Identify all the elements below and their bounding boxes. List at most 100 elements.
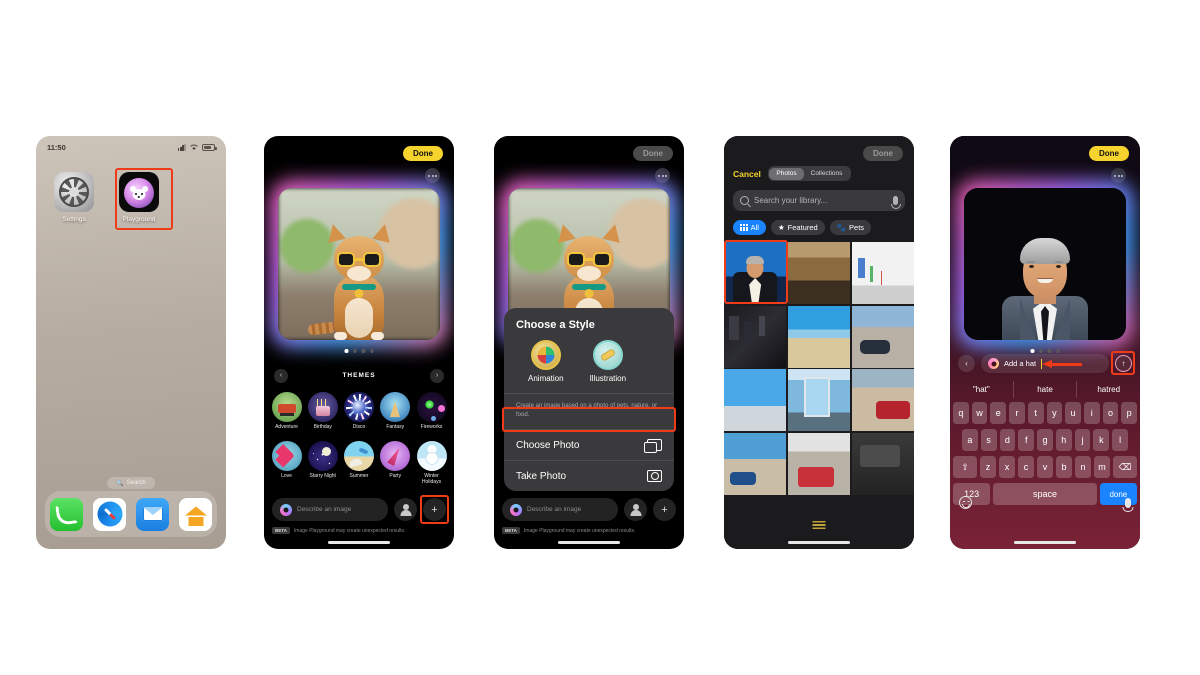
suggestion-1[interactable]: "hat" xyxy=(950,381,1013,398)
chevron-right-icon[interactable]: › xyxy=(430,368,444,383)
key-l[interactable]: l xyxy=(1112,429,1129,451)
key-t[interactable]: t xyxy=(1027,402,1044,424)
photo-thumbnail[interactable] xyxy=(851,305,914,368)
key-i[interactable]: i xyxy=(1083,402,1100,424)
emoji-icon[interactable] xyxy=(959,496,972,509)
theme-love[interactable]: Love xyxy=(270,441,303,486)
phone-icon[interactable] xyxy=(50,497,83,531)
suggestion-2[interactable]: hate xyxy=(1012,381,1077,398)
photo-thumbnail[interactable] xyxy=(787,369,851,431)
theme-label: Birthday xyxy=(313,424,332,430)
key-b[interactable]: b xyxy=(1056,456,1072,478)
sort-icon[interactable] xyxy=(812,521,826,529)
app-settings[interactable]: Settings xyxy=(48,172,100,223)
key-w[interactable]: w xyxy=(971,402,988,424)
key-x[interactable]: x xyxy=(999,456,1015,478)
key-q[interactable]: q xyxy=(952,402,969,424)
describe-image-input[interactable]: Describe an image xyxy=(272,498,388,521)
done-button[interactable]: Done xyxy=(633,146,673,161)
key-e[interactable]: e xyxy=(990,402,1007,424)
key-p[interactable]: p xyxy=(1121,402,1138,424)
arrow-up-icon[interactable]: ↑ xyxy=(1115,355,1132,372)
person-icon[interactable] xyxy=(624,498,647,521)
take-photo-row[interactable]: Take Photo xyxy=(504,460,674,491)
cancel-button[interactable]: Cancel xyxy=(733,169,761,179)
microphone-icon[interactable] xyxy=(893,196,898,205)
theme-fantasy[interactable]: Fantasy xyxy=(379,392,412,430)
home-search-pill[interactable]: 🔍 Search xyxy=(107,477,155,489)
theme-adventure[interactable]: Adventure xyxy=(270,392,303,430)
key-o[interactable]: o xyxy=(1102,402,1119,424)
key-y[interactable]: y xyxy=(1046,402,1063,424)
key-r[interactable]: r xyxy=(1009,402,1025,424)
key-v[interactable]: v xyxy=(1037,456,1053,478)
key-j[interactable]: j xyxy=(1074,429,1091,451)
plus-icon[interactable]: + xyxy=(423,498,446,521)
describe-image-input[interactable]: Describe an image xyxy=(502,498,618,521)
photo-thumbnail[interactable] xyxy=(851,369,914,431)
theme-summer[interactable]: Summer xyxy=(343,441,376,486)
home-icon[interactable] xyxy=(179,497,212,531)
theme-disco[interactable]: Disco xyxy=(343,392,376,430)
shift-icon[interactable]: ⇧ xyxy=(953,456,977,478)
cellular-signal-icon xyxy=(177,143,186,151)
suggestion-3[interactable]: hatred xyxy=(1076,381,1140,398)
person-icon[interactable] xyxy=(394,498,417,521)
photo-thumbnail-selected[interactable] xyxy=(724,242,787,304)
chevron-left-icon[interactable]: ‹ xyxy=(958,355,975,372)
search-placeholder: Search your library... xyxy=(754,196,828,205)
key-s[interactable]: s xyxy=(980,429,997,451)
photo-thumbnail[interactable] xyxy=(724,432,787,495)
plus-icon[interactable]: + xyxy=(653,498,676,521)
key-a[interactable]: a xyxy=(961,429,978,451)
choose-photo-row[interactable]: Choose Photo xyxy=(504,429,674,460)
key-d[interactable]: d xyxy=(999,429,1016,451)
theme-label: Love xyxy=(281,473,292,479)
theme-birthday[interactable]: Birthday xyxy=(306,392,339,430)
filter-chip-featured[interactable]: ★ Featured xyxy=(770,220,825,235)
style-animation[interactable]: Animation xyxy=(528,340,564,383)
library-search-input[interactable]: Search your library... xyxy=(733,190,905,211)
key-n[interactable]: n xyxy=(1075,456,1091,478)
theme-party[interactable]: Party xyxy=(379,441,412,486)
filter-chip-all[interactable]: All xyxy=(733,220,766,235)
generated-image-card[interactable] xyxy=(956,180,1134,348)
filter-chip-pets[interactable]: 🐾 Pets xyxy=(829,220,872,235)
theme-starry-night[interactable]: Starry Night xyxy=(306,441,339,486)
chevron-left-icon[interactable]: ‹ xyxy=(274,368,288,383)
safari-icon[interactable] xyxy=(93,497,126,531)
wifi-icon xyxy=(190,144,198,150)
key-h[interactable]: h xyxy=(1055,429,1072,451)
beta-badge: BETA xyxy=(502,527,520,534)
photo-thumbnail[interactable] xyxy=(787,242,851,304)
photo-thumbnail[interactable] xyxy=(787,432,851,495)
mail-icon[interactable] xyxy=(136,497,169,531)
theme-fireworks[interactable]: Fireworks xyxy=(415,392,448,430)
done-button[interactable]: Done xyxy=(863,146,903,161)
done-button[interactable]: Done xyxy=(403,146,443,161)
generated-image-card[interactable] xyxy=(270,180,448,348)
app-playground[interactable]: Playground xyxy=(113,172,165,223)
key-f[interactable]: f xyxy=(1018,429,1035,451)
backspace-icon[interactable]: ⌫ xyxy=(1113,456,1137,478)
settings-gear-icon[interactable] xyxy=(54,172,94,212)
key-g[interactable]: g xyxy=(1037,429,1053,451)
image-playground-icon[interactable] xyxy=(119,172,159,212)
photo-thumbnail[interactable] xyxy=(851,432,914,495)
theme-winter-holidays[interactable]: Winter Holidays xyxy=(415,441,448,486)
key-u[interactable]: u xyxy=(1065,402,1081,424)
key-m[interactable]: m xyxy=(1094,456,1110,478)
photo-thumbnail[interactable] xyxy=(851,242,914,304)
theme-label: Party xyxy=(389,473,402,479)
segment-collections[interactable]: Collections xyxy=(804,168,850,180)
segment-photos[interactable]: Photos xyxy=(769,167,804,180)
microphone-icon[interactable] xyxy=(1125,497,1131,508)
photo-thumbnail[interactable] xyxy=(724,369,787,431)
key-k[interactable]: k xyxy=(1093,429,1110,451)
key-c[interactable]: c xyxy=(1018,456,1034,478)
photo-thumbnail[interactable] xyxy=(724,305,787,368)
photo-thumbnail[interactable] xyxy=(787,305,851,368)
style-illustration[interactable]: Illustration xyxy=(590,340,626,383)
done-button[interactable]: Done xyxy=(1089,146,1129,161)
key-z[interactable]: z xyxy=(980,456,996,478)
